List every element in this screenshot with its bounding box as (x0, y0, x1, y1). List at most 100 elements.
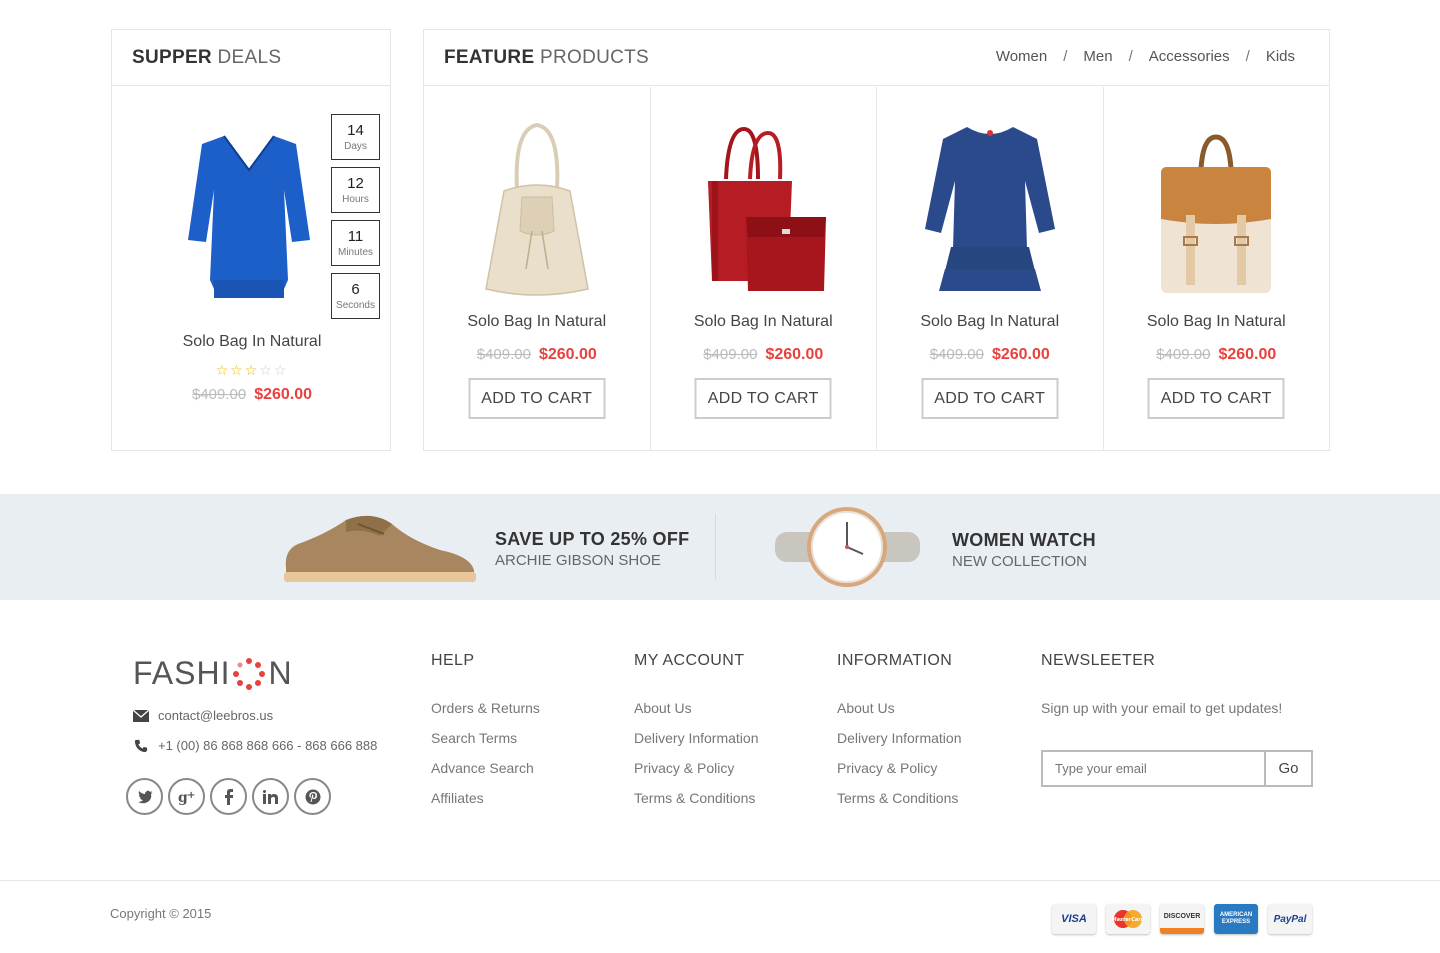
svg-text:+: + (187, 790, 195, 801)
blue-blouse-image[interactable] (184, 130, 314, 305)
product-name[interactable]: Solo Bag In Natural (877, 313, 1103, 331)
star-filled-icon: ☆ (230, 362, 245, 378)
product-price: $409.00 $260.00 (476, 346, 597, 363)
product-card: Solo Bag In Natural $409.00 $260.00 ADD T… (651, 87, 877, 451)
fashion-logo[interactable]: FASHI N (133, 655, 293, 692)
promo-watch-title: WOMEN WATCH (952, 530, 1096, 550)
contact-phone[interactable]: +1 (00) 86 868 868 666 - 868 666 888 (133, 738, 377, 753)
star-filled-icon: ☆ (215, 362, 231, 378)
logo-dots-icon (233, 657, 266, 690)
footer-link[interactable]: About Us (837, 700, 962, 730)
product-card: Solo Bag In Natural $409.00 $260.00 ADD T… (424, 87, 651, 451)
footer-link[interactable]: Delivery Information (837, 730, 962, 760)
product-price: $409.00 $260.00 (1156, 346, 1277, 363)
countdown-seconds: 6 Seconds (331, 273, 380, 319)
footer-help-title: HELP (431, 652, 475, 669)
product-card: Solo Bag In Natural $409.00 $260.00 ADD T… (1104, 87, 1330, 451)
tab-women[interactable]: Women (996, 48, 1047, 65)
newsletter-go-button[interactable]: Go (1264, 752, 1311, 785)
promo-shoe-title: SAVE UP TO 25% OFF (495, 529, 690, 549)
envelope-icon (133, 709, 149, 722)
star-empty-icon: ☆ (273, 362, 289, 378)
star-empty-icon: ☆ (259, 362, 274, 378)
footer-link[interactable]: About Us (634, 700, 759, 730)
svg-text:MasterCard: MasterCard (1112, 917, 1145, 923)
supper-deals-header: SUPPER DEALS (112, 30, 390, 86)
footer-link[interactable]: Affiliates (431, 790, 540, 820)
footer-newsletter-title: NEWSLEETER (1041, 652, 1156, 669)
promo-watch-text[interactable]: WOMEN WATCH NEW COLLECTION (952, 530, 1096, 570)
category-tabs: Women / Men / Accessories / Kids (996, 48, 1295, 65)
footer-link[interactable]: Search Terms (431, 730, 540, 760)
add-to-cart-button[interactable]: ADD TO CART (694, 378, 832, 419)
countdown-minutes: 11 Minutes (331, 220, 380, 266)
footer-link[interactable]: Privacy & Policy (634, 760, 759, 790)
star-filled-icon: ☆ (244, 362, 260, 378)
promo-shoe-subtitle: ARCHIE GIBSON SHOE (495, 552, 661, 569)
add-to-cart-button[interactable]: ADD TO CART (921, 378, 1059, 419)
footer-link[interactable]: Terms & Conditions (837, 790, 962, 820)
linkedin-icon[interactable] (252, 778, 289, 815)
watch-image[interactable] (775, 504, 920, 590)
pinterest-icon[interactable] (294, 778, 331, 815)
deal-old-price: $409.00 (191, 386, 247, 403)
newsletter-form: Go (1041, 750, 1313, 787)
shoe-image[interactable] (280, 510, 478, 586)
tab-kids[interactable]: Kids (1266, 48, 1295, 65)
footer-help-column: HELP Orders & Returns Search Terms Advan… (431, 652, 540, 820)
tote-bag-icon[interactable] (688, 119, 838, 304)
dress-icon[interactable] (915, 119, 1065, 304)
footer-information-title: INFORMATION (837, 652, 953, 669)
product-card: Solo Bag In Natural $409.00 $260.00 ADD T… (877, 87, 1104, 451)
footer-link[interactable]: Advance Search (431, 760, 540, 790)
footer-link[interactable]: Terms & Conditions (634, 790, 759, 820)
paypal-icon: PayPal (1268, 904, 1312, 934)
deal-product-name[interactable]: Solo Bag In Natural (112, 333, 392, 351)
contact-email[interactable]: contact@leebros.us (133, 708, 273, 723)
backpack-icon[interactable] (1141, 119, 1291, 304)
add-to-cart-button[interactable]: ADD TO CART (1147, 378, 1285, 419)
tab-accessories[interactable]: Accessories (1149, 48, 1230, 65)
tab-men[interactable]: Men (1083, 48, 1112, 65)
product-grid: Solo Bag In Natural $409.00 $260.00 ADD T… (424, 87, 1329, 451)
payment-methods: VISA MasterCard DISCOVER AMERICAN EXPRES… (1052, 904, 1312, 934)
supper-deals-title: SUPPER DEALS (132, 46, 282, 68)
twitter-icon[interactable] (126, 778, 163, 815)
add-to-cart-button[interactable]: ADD TO CART (468, 378, 606, 419)
feature-products-title: FEATURE PRODUCTS (444, 46, 650, 68)
product-name[interactable]: Solo Bag In Natural (424, 313, 650, 331)
american-express-icon: AMERICAN EXPRESS (1214, 904, 1258, 934)
footer-link[interactable]: Delivery Information (634, 730, 759, 760)
footer-link[interactable]: Privacy & Policy (837, 760, 962, 790)
deal-countdown: 14 Days 12 Hours 11 Minutes 6 Seconds (331, 114, 380, 326)
footer-newsletter-column: NEWSLEETER Sign up with your email to ge… (1041, 652, 1282, 716)
banner-divider (715, 514, 716, 580)
product-name[interactable]: Solo Bag In Natural (1104, 313, 1330, 331)
copyright-text: Copyright © 2015 (110, 906, 212, 921)
footer-link[interactable]: Orders & Returns (431, 700, 540, 730)
social-links: g + (126, 778, 331, 815)
mastercard-icon: MasterCard (1106, 904, 1150, 934)
promo-banner: SAVE UP TO 25% OFF ARCHIE GIBSON SHOE WO… (0, 494, 1440, 600)
tab-separator: / (1245, 48, 1250, 65)
footer-information-column: INFORMATION About Us Delivery Informatio… (837, 652, 962, 820)
footer-divider (0, 880, 1440, 881)
tab-separator: / (1128, 48, 1133, 65)
google-plus-icon[interactable]: g + (168, 778, 205, 815)
deal-price: $409.00 $260.00 (112, 386, 392, 404)
newsletter-email-input[interactable] (1043, 752, 1264, 785)
product-name[interactable]: Solo Bag In Natural (651, 313, 877, 331)
visa-icon: VISA (1052, 904, 1096, 934)
facebook-icon[interactable] (210, 778, 247, 815)
feature-products-panel: FEATURE PRODUCTS Women / Men / Accessori… (423, 29, 1330, 451)
product-price: $409.00 $260.00 (703, 346, 824, 363)
deal-new-price: $260.00 (254, 386, 313, 403)
phone-icon (134, 739, 148, 752)
countdown-days: 14 Days (331, 114, 380, 160)
promo-shoe-text[interactable]: SAVE UP TO 25% OFF ARCHIE GIBSON SHOE (495, 529, 689, 569)
tab-separator: / (1063, 48, 1068, 65)
footer-account-column: MY ACCOUNT About Us Delivery Information… (634, 652, 759, 820)
footer-account-title: MY ACCOUNT (634, 652, 745, 669)
promo-watch-subtitle: NEW COLLECTION (952, 553, 1088, 570)
bucket-bag-icon[interactable] (462, 119, 612, 304)
